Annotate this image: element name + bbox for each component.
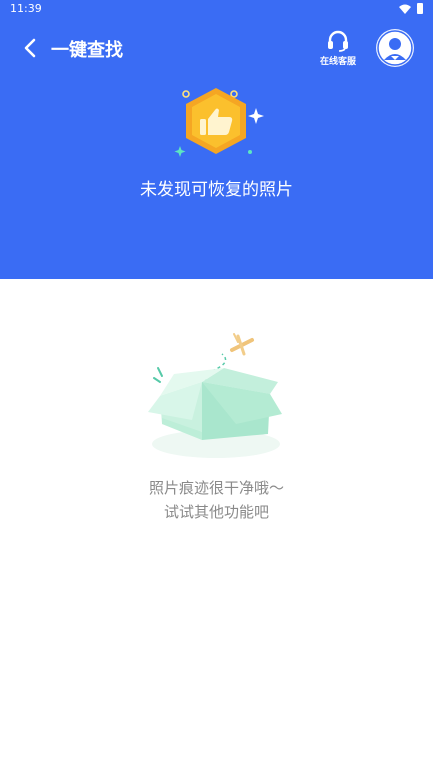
customer-service-button[interactable]: 在线客服 (316, 30, 360, 70)
status-bar: 11:39 (0, 0, 433, 18)
battery-icon (417, 3, 423, 14)
airplane-icon (230, 333, 254, 356)
headset-icon (328, 30, 348, 52)
empty-state-line2: 试试其他功能吧 (163, 503, 269, 521)
open-box-icon (148, 333, 282, 458)
customer-service-label: 在线客服 (319, 57, 356, 67)
page-title: 一键查找 (51, 40, 123, 61)
empty-state-line1: 照片痕迹很干净哦～ (148, 479, 284, 497)
thumbs-up-badge-icon (174, 88, 264, 157)
wifi-icon (399, 4, 411, 14)
nav-bar: 一键查找 在线客服 (0, 28, 433, 70)
user-avatar-icon (377, 30, 413, 66)
status-time: 11:39 (10, 2, 42, 15)
back-button[interactable] (16, 34, 44, 62)
empty-state-message: 照片痕迹很干净哦～ 试试其他功能吧 (0, 476, 433, 524)
no-photos-message: 未发现可恢复的照片 (140, 180, 293, 200)
back-arrow-icon (24, 38, 36, 58)
avatar[interactable] (376, 29, 414, 67)
status-icons (399, 3, 423, 14)
